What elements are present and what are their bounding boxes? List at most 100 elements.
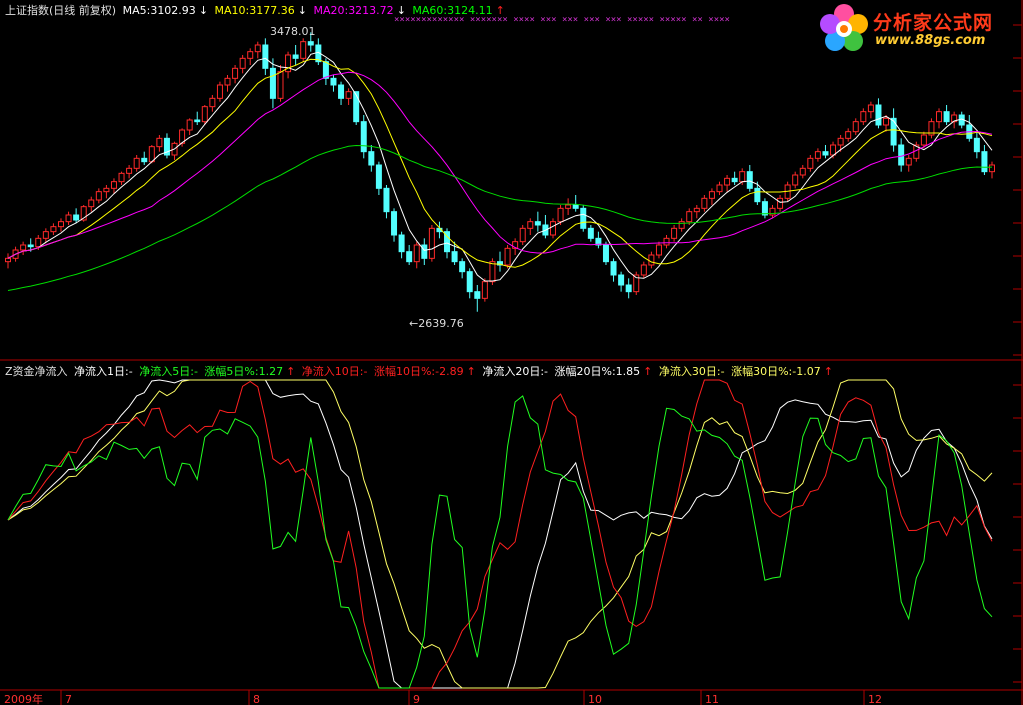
candle[interactable] [103,185,110,199]
candle[interactable] [807,155,814,172]
candle[interactable] [20,241,27,255]
candle[interactable] [481,278,488,302]
main-chart[interactable]: ××××××××××××× ××××××× ×××× ××× ××× ××× ×… [0,0,1023,705]
candle[interactable] [338,81,345,105]
candle[interactable] [466,268,473,299]
candle[interactable] [65,211,72,225]
candle[interactable] [663,235,670,249]
candle[interactable] [5,253,11,269]
candle[interactable] [625,278,632,299]
candle[interactable] [330,75,337,92]
candle[interactable] [754,181,761,205]
candle[interactable] [110,178,117,194]
candle[interactable] [542,215,549,239]
candle[interactable] [156,135,163,152]
candle[interactable] [595,231,602,249]
candle[interactable] [277,65,284,102]
candle[interactable] [247,48,254,65]
candle[interactable] [254,41,261,59]
candle[interactable] [315,38,322,65]
candle[interactable] [640,261,647,279]
candle[interactable] [587,225,594,242]
candle[interactable] [746,165,753,192]
candle[interactable] [936,108,943,129]
candle[interactable] [413,241,420,269]
flow-line-2[interactable] [7,379,993,689]
candle[interactable] [655,241,662,259]
candle[interactable] [648,251,655,269]
candle[interactable] [163,133,170,159]
candle[interactable] [300,38,307,62]
candle[interactable] [186,118,193,135]
candle[interactable] [406,245,413,265]
candle[interactable] [133,155,140,172]
candle[interactable] [716,181,723,195]
candle[interactable] [761,198,768,219]
candle[interactable] [731,171,738,185]
flow-panel[interactable] [7,379,993,689]
candle[interactable] [497,251,503,272]
candle[interactable] [126,165,133,179]
candle[interactable] [610,258,617,282]
candle[interactable] [549,218,556,239]
candle[interactable] [618,271,625,292]
candle[interactable] [671,225,678,242]
candle[interactable] [572,195,579,212]
candle[interactable] [693,205,700,219]
candle[interactable] [777,195,784,212]
candle[interactable] [459,258,466,279]
candle[interactable] [814,148,821,162]
candle[interactable] [375,161,382,195]
candle[interactable] [633,271,640,295]
candle[interactable] [565,198,572,215]
candle[interactable] [269,58,276,109]
flow-line-4[interactable] [7,395,993,689]
candle[interactable] [421,238,428,265]
candle[interactable] [398,231,405,259]
candle[interactable] [360,115,367,159]
candle[interactable] [951,111,958,129]
candle[interactable] [852,118,859,135]
flow-line-3[interactable] [7,379,993,689]
candle[interactable] [504,245,511,269]
candle[interactable] [345,88,352,105]
ma5-line[interactable] [7,51,993,282]
candle[interactable] [474,285,481,312]
candle[interactable] [822,145,829,159]
candle[interactable] [368,145,375,172]
candle[interactable] [867,101,874,119]
candle[interactable] [905,155,912,172]
candle[interactable] [534,211,541,232]
candle[interactable] [141,151,148,165]
candle[interactable] [292,45,299,65]
candle[interactable] [118,171,125,185]
candle[interactable] [678,218,685,232]
candle[interactable] [73,208,80,224]
candle[interactable] [973,131,980,159]
candle[interactable] [88,196,95,212]
price-panel[interactable] [5,32,995,312]
candle[interactable] [527,218,534,235]
candle[interactable] [57,218,64,232]
candle[interactable] [209,95,216,112]
candle[interactable] [701,195,708,212]
candle[interactable] [580,205,587,232]
candle[interactable] [989,161,995,179]
candle[interactable] [602,241,609,265]
candle[interactable] [519,225,526,245]
candle[interactable] [943,105,950,125]
candle[interactable] [285,51,292,79]
candle[interactable] [50,223,57,235]
candle[interactable] [845,128,852,142]
candle[interactable] [981,145,988,175]
candle[interactable] [708,188,715,205]
site-logo[interactable]: 分析家公式网 www.88gs.com [817,2,1017,56]
candle[interactable] [262,38,269,75]
candle[interactable] [769,205,776,219]
ma20-line[interactable] [7,71,993,259]
candle[interactable] [216,81,223,102]
candle[interactable] [239,55,246,74]
candle[interactable] [792,171,799,189]
candle[interactable] [171,141,178,160]
candle[interactable] [966,115,973,142]
